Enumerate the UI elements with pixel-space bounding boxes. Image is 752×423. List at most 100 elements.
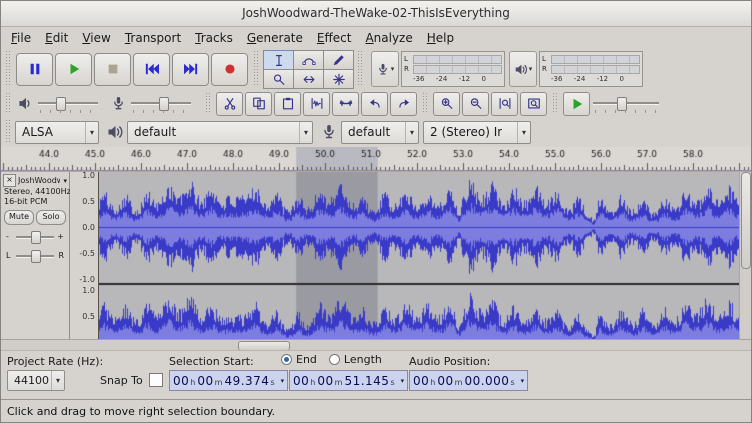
vertical-scrollbar[interactable]: [739, 171, 751, 339]
zoom-in-button[interactable]: [433, 92, 460, 116]
project-rate-select[interactable]: 44100 ▾: [7, 370, 65, 391]
draw-tool-button[interactable]: [323, 50, 354, 70]
copy-button[interactable]: [245, 92, 272, 116]
zoom-tool-button[interactable]: [263, 69, 294, 89]
playback-speed-slider[interactable]: [591, 95, 661, 113]
slider-thumb[interactable]: [617, 97, 627, 111]
menu-tracks[interactable]: Tracks: [188, 29, 240, 47]
output-device-select[interactable]: default ▾: [127, 121, 313, 144]
pause-icon: [27, 62, 43, 76]
output-volume-slider[interactable]: [36, 95, 100, 113]
menu-edit[interactable]: Edit: [38, 29, 75, 47]
menu-transport[interactable]: Transport: [118, 29, 188, 47]
menu-help[interactable]: Help: [420, 29, 461, 47]
meter-scale: -36-24-120: [404, 74, 502, 83]
track-menu-chevron-down-icon[interactable]: ▾: [63, 177, 67, 185]
snap-to-checkbox[interactable]: [149, 373, 163, 387]
stop-button[interactable]: [94, 53, 131, 86]
toolbar-gripper[interactable]: [253, 51, 259, 87]
playback-meter-menu-button[interactable]: ▾: [509, 51, 537, 87]
play-button[interactable]: [55, 53, 92, 86]
silence-icon: [339, 97, 353, 110]
solo-button[interactable]: Solo: [36, 210, 66, 225]
meter-left-bar: [551, 55, 640, 64]
record-button[interactable]: [211, 53, 248, 86]
track-name[interactable]: JoshWoodwa: [18, 176, 60, 185]
end-radio[interactable]: End: [281, 353, 317, 366]
timeline-ruler[interactable]: [1, 147, 751, 171]
vertical-ruler[interactable]: 1.0 0.5 0.0 -0.5 -1.0 1.0 0.5: [70, 172, 99, 339]
slider-thumb[interactable]: [31, 250, 41, 263]
trim-audio-button[interactable]: [303, 92, 330, 116]
pause-button[interactable]: [16, 53, 53, 86]
chevron-down-icon: ▾: [299, 122, 312, 143]
mute-button[interactable]: Mute: [4, 210, 34, 225]
gain-slider[interactable]: - +: [6, 228, 64, 244]
pan-slider[interactable]: L R: [6, 247, 64, 263]
audio-position-label: Audio Position:: [409, 355, 490, 368]
length-radio[interactable]: Length: [329, 353, 382, 366]
titlebar[interactable]: JoshWoodward-TheWake-02-ThisIsEverything: [1, 1, 751, 27]
mic-icon: [320, 124, 338, 140]
toolbar-gripper[interactable]: [5, 93, 11, 114]
toolbar-row-1: ▾ L R -36-24-120 ▾ L R -36-24-120: [1, 48, 751, 90]
selection-start-time-field[interactable]: 00h 00m 49.374s ▾: [169, 370, 288, 391]
audio-position-time-field[interactable]: 00h 00m 00.000s ▾: [409, 370, 528, 391]
toolbar-gripper[interactable]: [552, 93, 558, 114]
menu-analyze[interactable]: Analyze: [358, 29, 419, 47]
audio-host-select[interactable]: ALSA ▾: [15, 121, 99, 144]
chevron-down-icon: ▾: [529, 65, 533, 73]
silence-audio-button[interactable]: [332, 92, 359, 116]
chevron-down-icon: ▾: [405, 122, 418, 143]
recording-meter[interactable]: L R -36-24-120: [401, 51, 505, 87]
skip-to-end-button[interactable]: [172, 53, 209, 86]
menu-generate[interactable]: Generate: [240, 29, 310, 47]
chevron-down-icon[interactable]: ▾: [521, 377, 525, 385]
selection-tool-button[interactable]: [263, 50, 294, 70]
timeshift-tool-button[interactable]: [293, 69, 324, 89]
recording-meter-menu-button[interactable]: ▾: [371, 51, 399, 87]
playback-meter[interactable]: L R -36-24-120: [539, 51, 643, 87]
selection-end-time-field[interactable]: 00h 00m 51.145s ▾: [289, 370, 408, 391]
toolbar-row-2: [1, 90, 751, 117]
multi-tool-button[interactable]: [323, 69, 354, 89]
undo-button[interactable]: [361, 92, 388, 116]
chevron-down-icon[interactable]: ▾: [281, 377, 285, 385]
toolbar-gripper[interactable]: [5, 51, 11, 87]
meter-left-label: L: [542, 56, 551, 63]
menu-file[interactable]: File: [4, 29, 38, 47]
input-volume-slider[interactable]: [129, 95, 193, 113]
input-device-select[interactable]: default ▾: [341, 121, 419, 144]
menu-view[interactable]: View: [75, 29, 117, 47]
toolbar-gripper[interactable]: [5, 120, 11, 144]
timeshift-tool-icon: [302, 73, 316, 86]
chevron-down-icon[interactable]: ▾: [401, 377, 405, 385]
mic-icon: [376, 63, 390, 76]
fit-project-button[interactable]: [520, 92, 547, 116]
waveform-display[interactable]: [99, 171, 739, 339]
menu-effect[interactable]: Effect: [310, 29, 359, 47]
slider-thumb[interactable]: [31, 231, 41, 244]
toolbar-gripper[interactable]: [205, 93, 211, 114]
close-track-button[interactable]: ×: [3, 174, 16, 187]
meter-right-label: R: [542, 66, 551, 73]
envelope-tool-button[interactable]: [293, 50, 324, 70]
radio-selected-icon: [281, 354, 292, 365]
cut-button[interactable]: [216, 92, 243, 116]
fit-selection-button[interactable]: [491, 92, 518, 116]
toolbar-gripper[interactable]: [422, 93, 428, 114]
paste-button[interactable]: [274, 92, 301, 116]
speaker-icon: [514, 63, 528, 76]
toolbar-gripper[interactable]: [357, 51, 363, 87]
zoom-out-button[interactable]: [462, 92, 489, 116]
track-control-panel[interactable]: × JoshWoodwa ▾ Stereo, 44100Hz 16-bit PC…: [1, 172, 70, 339]
redo-button[interactable]: [390, 92, 417, 116]
gain-min-label: -: [6, 232, 9, 241]
scrollbar-thumb[interactable]: [741, 172, 751, 269]
play-at-speed-button[interactable]: [563, 92, 590, 116]
skip-to-start-button[interactable]: [133, 53, 170, 86]
slider-thumb[interactable]: [159, 97, 169, 111]
slider-thumb[interactable]: [56, 97, 66, 111]
input-channels-select[interactable]: 2 (Stereo) Ir ▾: [423, 121, 531, 144]
meter-scale: -36-24-120: [542, 74, 640, 83]
